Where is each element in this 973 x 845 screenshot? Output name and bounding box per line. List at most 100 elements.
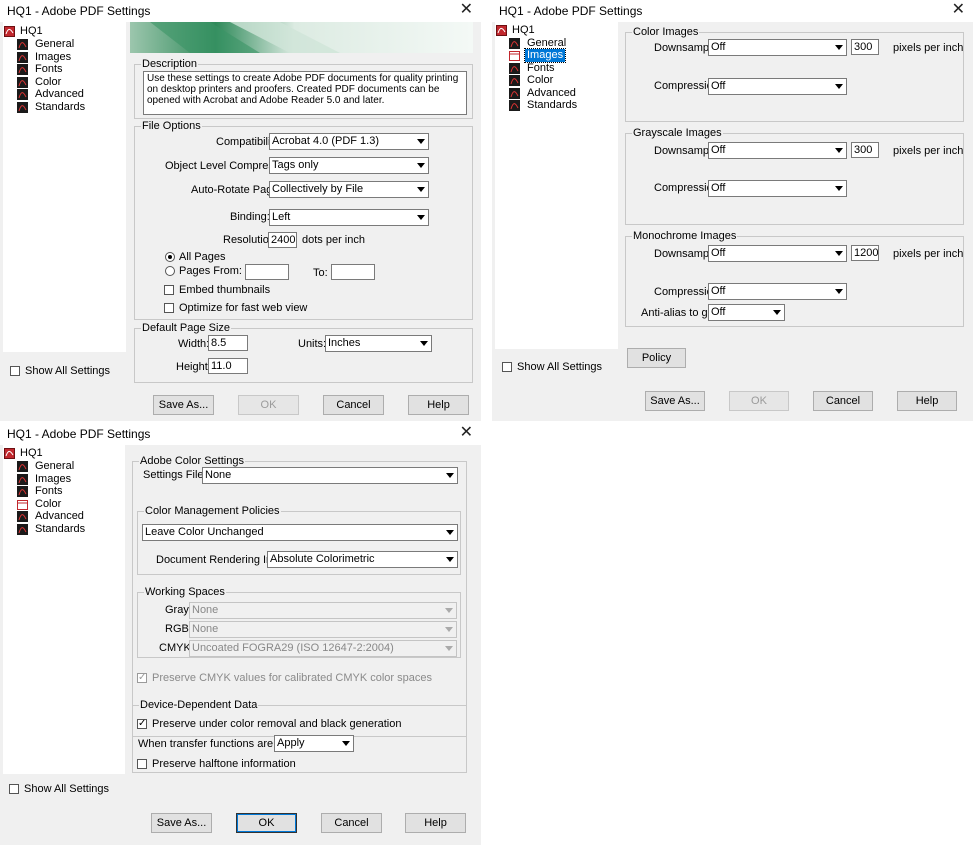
cmyk-space-select[interactable]: Uncoated FOGRA29 (ISO 12647-2:2004) xyxy=(189,640,457,657)
help-button[interactable]: Help xyxy=(405,813,466,833)
tree-root-hq1[interactable]: HQ1 xyxy=(3,25,103,38)
pages-from-radio[interactable]: Pages From: xyxy=(165,265,245,278)
chevron-down-icon[interactable] xyxy=(442,623,455,636)
chevron-down-icon[interactable] xyxy=(417,337,430,350)
chevron-down-icon[interactable] xyxy=(339,737,352,750)
transfer-functions-select[interactable]: Apply xyxy=(274,735,354,752)
chevron-down-icon[interactable] xyxy=(414,211,427,224)
tree-item-images[interactable]: Images xyxy=(509,48,609,63)
select-value: Off xyxy=(711,41,726,53)
tree-item-advanced[interactable]: Advanced xyxy=(17,510,117,523)
tree-item-standards[interactable]: Standards xyxy=(17,101,117,114)
tree-item-fonts[interactable]: Fonts xyxy=(17,63,117,76)
pages-to-input[interactable] xyxy=(331,264,375,280)
antialias-select[interactable]: Off xyxy=(708,304,785,321)
group-title: Description xyxy=(141,58,199,71)
chevron-down-icon[interactable] xyxy=(832,80,845,93)
show-all-settings-checkbox[interactable]: Show All Settings xyxy=(9,783,119,796)
tree-root-hq1[interactable]: HQ1 xyxy=(3,447,103,460)
tree-item-standards[interactable]: Standards xyxy=(17,523,117,536)
help-button[interactable]: Help xyxy=(897,391,957,411)
checkbox-box[interactable] xyxy=(9,784,19,794)
preserve-ucr-checkbox[interactable]: ✓ Preserve under color removal and black … xyxy=(137,718,401,731)
close-icon[interactable]: ✕ xyxy=(460,1,473,19)
cancel-button[interactable]: Cancel xyxy=(321,813,382,833)
mono-downsample-select[interactable]: Off xyxy=(708,245,847,262)
chevron-down-icon[interactable] xyxy=(770,306,783,319)
units-select[interactable]: Inches xyxy=(325,335,432,352)
policy-button[interactable]: Policy xyxy=(627,348,686,368)
ok-button[interactable]: OK xyxy=(238,395,299,415)
auto-rotate-select[interactable]: Collectively by File xyxy=(269,181,429,198)
chevron-down-icon[interactable] xyxy=(442,604,455,617)
cancel-button[interactable]: Cancel xyxy=(813,391,873,411)
rgb-space-select[interactable]: None xyxy=(189,621,457,638)
preserve-cmyk-checkbox[interactable]: ✓ Preserve CMYK values for calibrated CMY… xyxy=(137,672,432,685)
chevron-down-icon[interactable] xyxy=(414,135,427,148)
ok-button[interactable]: OK xyxy=(236,813,297,833)
object-compression-select[interactable]: Tags only xyxy=(269,157,429,174)
window-title: HQ1 - Adobe PDF Settings xyxy=(7,427,151,441)
radio-circle[interactable] xyxy=(165,266,175,276)
chevron-down-icon[interactable] xyxy=(832,41,845,54)
checkbox-box[interactable] xyxy=(164,303,174,313)
select-value: Uncoated FOGRA29 (ISO 12647-2:2004) xyxy=(192,642,394,654)
embed-thumbnails-checkbox[interactable]: Embed thumbnails xyxy=(164,284,274,297)
show-all-settings-checkbox[interactable]: Show All Settings xyxy=(10,365,120,378)
show-all-settings-checkbox[interactable]: Show All Settings xyxy=(502,361,612,374)
chevron-down-icon[interactable] xyxy=(414,183,427,196)
chevron-down-icon[interactable] xyxy=(443,469,456,482)
save-as-button[interactable]: Save As... xyxy=(153,395,214,415)
help-button[interactable]: Help xyxy=(408,395,469,415)
chevron-down-icon[interactable] xyxy=(443,526,456,539)
close-icon[interactable]: ✕ xyxy=(460,424,473,442)
width-input[interactable]: 8.5 xyxy=(208,335,248,351)
optimize-web-checkbox[interactable]: Optimize for fast web view xyxy=(164,302,307,315)
checkbox-box[interactable] xyxy=(164,285,174,295)
settings-file-select[interactable]: None xyxy=(202,467,458,484)
chevron-down-icon[interactable] xyxy=(414,159,427,172)
compatibility-select[interactable]: Acrobat 4.0 (PDF 1.3) xyxy=(269,133,429,150)
cancel-button[interactable]: Cancel xyxy=(323,395,384,415)
chevron-down-icon[interactable] xyxy=(442,642,455,655)
chevron-down-icon[interactable] xyxy=(443,553,456,566)
tree-root-hq1[interactable]: HQ1 xyxy=(495,24,595,37)
preserve-halftone-checkbox[interactable]: Preserve halftone information xyxy=(137,758,297,771)
tree-item-color[interactable]: Color xyxy=(509,74,609,87)
gray-downsample-select[interactable]: Off xyxy=(708,142,847,159)
height-input[interactable]: 11.0 xyxy=(208,358,248,374)
chevron-down-icon[interactable] xyxy=(832,285,845,298)
radio-circle[interactable] xyxy=(165,252,175,262)
color-compression-select[interactable]: Off xyxy=(708,78,847,95)
mono-compression-select[interactable]: Off xyxy=(708,283,847,300)
pages-from-input[interactable] xyxy=(245,264,289,280)
checkbox-box[interactable] xyxy=(502,362,512,372)
color-downsample-select[interactable]: Off xyxy=(708,39,847,56)
tree-item-standards[interactable]: Standards xyxy=(509,99,609,112)
tree-item-fonts[interactable]: Fonts xyxy=(17,485,117,498)
checkbox-box[interactable]: ✓ xyxy=(137,673,147,683)
chevron-down-icon[interactable] xyxy=(832,144,845,157)
chevron-down-icon[interactable] xyxy=(832,182,845,195)
chevron-down-icon[interactable] xyxy=(832,247,845,260)
gray-compression-select[interactable]: Off xyxy=(708,180,847,197)
color-policy-select[interactable]: Leave Color Unchanged xyxy=(142,524,458,541)
save-as-button[interactable]: Save As... xyxy=(151,813,212,833)
mono-ppi-input[interactable]: 1200 xyxy=(851,245,879,261)
all-pages-radio[interactable]: All Pages xyxy=(165,251,245,264)
close-icon[interactable]: ✕ xyxy=(952,1,965,19)
tree-item-general[interactable]: General xyxy=(17,38,117,51)
tree-item-general[interactable]: General xyxy=(17,460,117,473)
ok-button[interactable]: OK xyxy=(729,391,789,411)
gray-ppi-input[interactable]: 300 xyxy=(851,142,879,158)
save-as-button[interactable]: Save As... xyxy=(645,391,705,411)
tree-item-advanced[interactable]: Advanced xyxy=(17,88,117,101)
resolution-input[interactable]: 2400 xyxy=(268,232,297,248)
checkbox-box[interactable]: ✓ xyxy=(137,719,147,729)
rendering-intent-select[interactable]: Absolute Colorimetric xyxy=(267,551,458,568)
checkbox-box[interactable] xyxy=(10,366,20,376)
gray-space-select[interactable]: None xyxy=(189,602,457,619)
checkbox-box[interactable] xyxy=(137,759,147,769)
color-ppi-input[interactable]: 300 xyxy=(851,39,879,55)
binding-select[interactable]: Left xyxy=(269,209,429,226)
